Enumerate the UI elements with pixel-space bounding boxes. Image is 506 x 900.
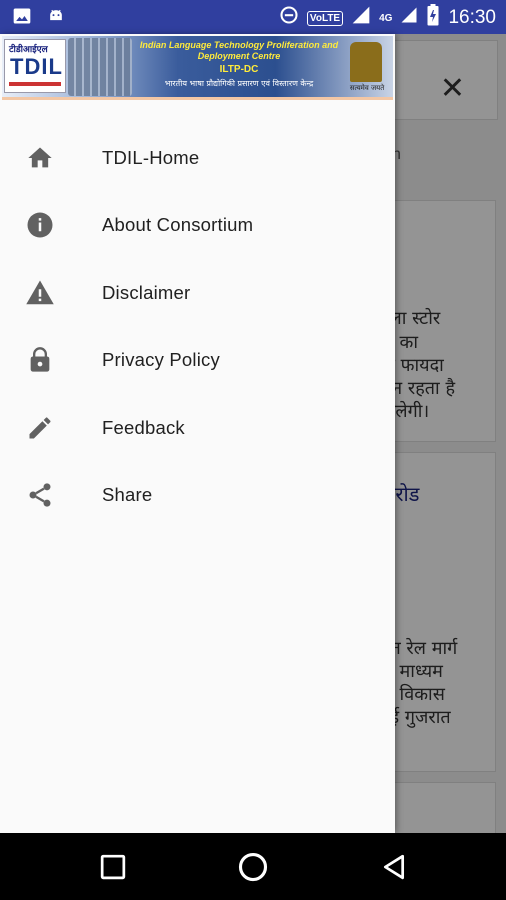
network-type: 4G <box>379 12 393 24</box>
menu-item-disclaimer[interactable]: Disclaimer <box>0 259 395 327</box>
emblem-label: सत्यमेव जयते <box>349 84 385 92</box>
warning-icon <box>24 277 56 309</box>
status-bar: VoLTE 4G 16:30 <box>0 0 506 34</box>
android-icon <box>46 6 66 31</box>
menu-item-label: Share <box>102 484 153 506</box>
battery-icon <box>426 4 440 32</box>
clock: 16:30 <box>448 7 496 28</box>
menu-item-about-consortium[interactable]: About Consortium <box>0 192 395 260</box>
recents-button[interactable] <box>95 849 131 885</box>
share-icon <box>24 479 56 511</box>
logo-text: TDIL <box>10 54 63 79</box>
tdil-banner: टीडीआईएल TDIL Indian Language Technology… <box>2 36 393 100</box>
menu-item-share[interactable]: Share <box>0 462 395 530</box>
national-emblem-icon <box>350 42 382 82</box>
home-button[interactable] <box>235 849 271 885</box>
pencil-icon <box>24 412 56 444</box>
menu-item-tdil-home[interactable]: TDIL-Home <box>0 124 395 192</box>
tdil-logo: टीडीआईएल TDIL <box>4 39 66 93</box>
square-icon <box>100 854 126 880</box>
menu-item-label: Feedback <box>102 416 185 438</box>
image-icon <box>12 6 32 31</box>
circle-icon <box>238 852 268 882</box>
signal-icon-2 <box>400 5 418 31</box>
volte-badge: VoLTE <box>306 10 344 26</box>
menu-item-label: Disclaimer <box>102 281 191 303</box>
logo-underline <box>9 82 61 86</box>
lock-icon <box>24 344 56 376</box>
banner-code: ILTP-DC <box>219 64 259 75</box>
back-triangle-icon <box>383 854 405 880</box>
signal-icon <box>351 5 371 31</box>
back-button[interactable] <box>376 849 412 885</box>
drawer-menu: TDIL-Home About Consortium Disclaimer Pr… <box>0 124 395 529</box>
system-navigation-bar <box>0 833 506 900</box>
home-icon <box>24 142 56 174</box>
banner-title: Indian Language Technology Proliferation… <box>139 40 339 61</box>
info-icon <box>24 209 56 241</box>
keyboard-image <box>68 38 132 96</box>
menu-item-label: About Consortium <box>102 214 254 236</box>
menu-item-label: Privacy Policy <box>102 349 220 371</box>
data-saver-icon <box>279 5 299 31</box>
navigation-drawer: टीडीआईएल TDIL Indian Language Technology… <box>0 34 395 833</box>
menu-item-label: TDIL-Home <box>102 146 200 168</box>
menu-item-privacy-policy[interactable]: Privacy Policy <box>0 327 395 395</box>
banner-hindi-text: भारतीय भाषा प्रौद्योगिकी प्रसारण एवं विस… <box>164 79 314 88</box>
menu-item-feedback[interactable]: Feedback <box>0 394 395 462</box>
